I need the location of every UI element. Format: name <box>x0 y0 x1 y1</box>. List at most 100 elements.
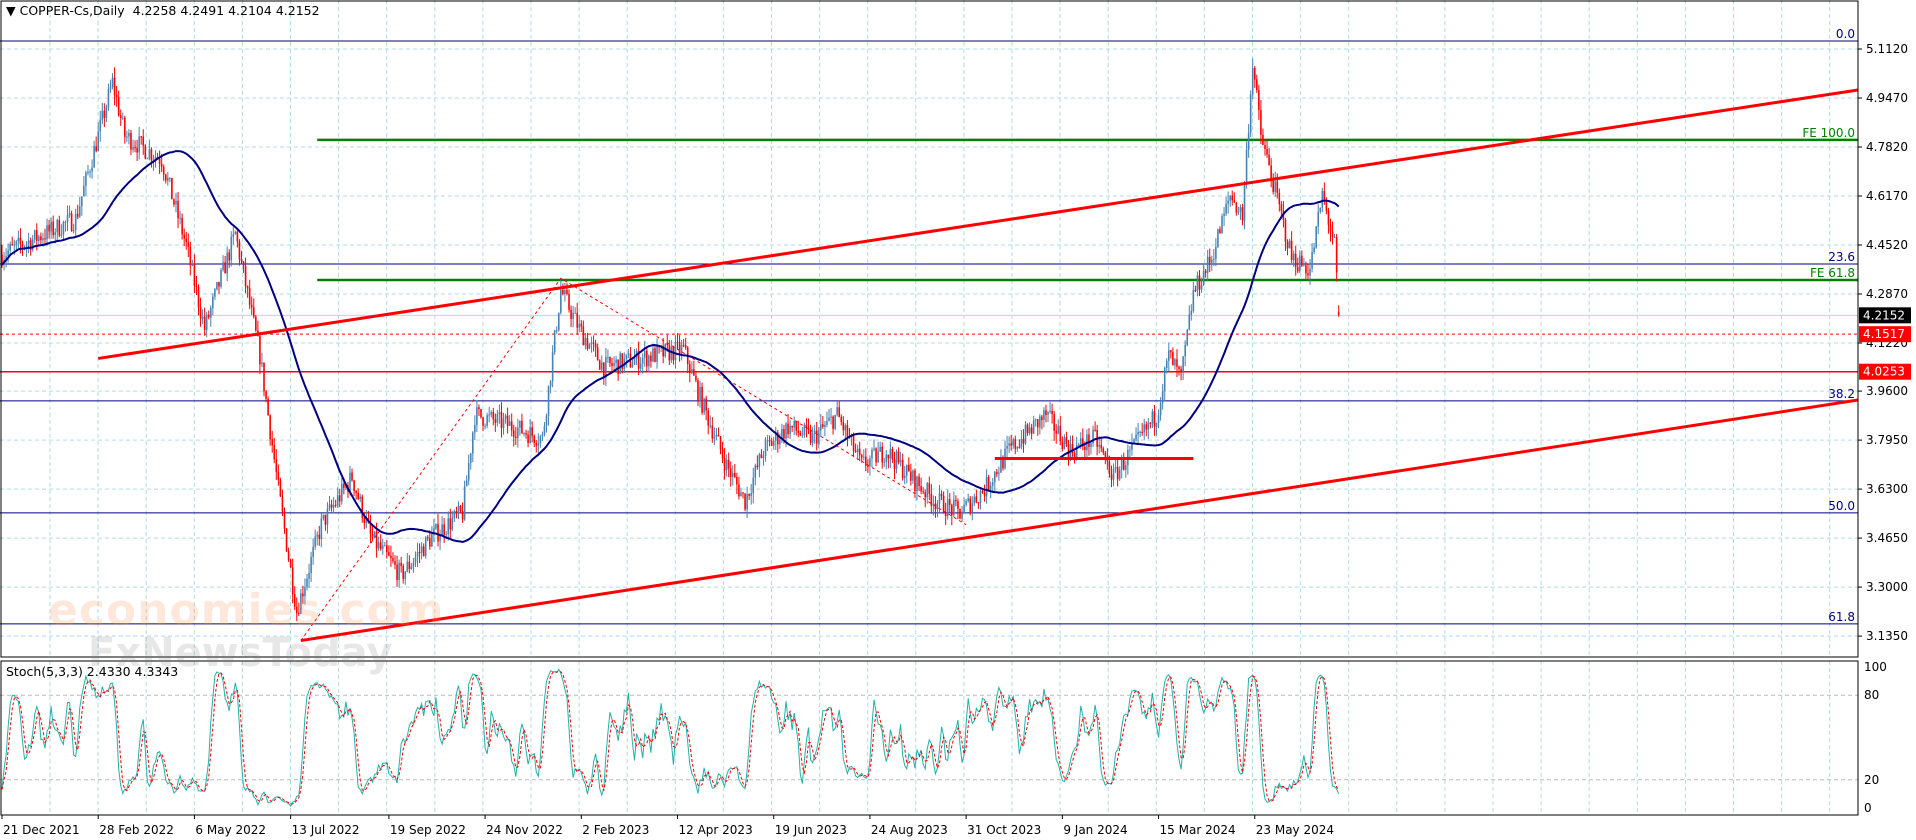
candle-body <box>89 171 91 173</box>
candle-body <box>74 213 77 231</box>
candle-body <box>527 434 529 443</box>
candle-body <box>828 417 830 421</box>
candle-body <box>1055 430 1058 434</box>
trendline-upper-channel <box>97 88 1859 360</box>
candle-body <box>600 362 603 370</box>
candle-body <box>1051 410 1053 415</box>
collapse-triangle-icon[interactable]: ▼ <box>6 3 20 18</box>
candle-body <box>197 286 200 308</box>
candle-body <box>314 536 316 547</box>
candle-body <box>83 185 85 197</box>
candle-body <box>214 289 216 297</box>
candle-body <box>551 352 554 382</box>
candle-body <box>942 495 945 513</box>
candle-body <box>553 330 556 353</box>
candle-body <box>1192 289 1195 311</box>
candle-body <box>979 491 982 504</box>
candle-body <box>740 492 742 497</box>
candle-body <box>1253 68 1256 80</box>
candle-body <box>566 290 568 294</box>
candle-body <box>1104 452 1107 457</box>
candle-body <box>1331 231 1334 238</box>
candle-body <box>785 423 787 439</box>
candle-body <box>119 115 122 118</box>
candle-body <box>951 504 953 516</box>
fibo-expansion-label: FE 61.8 <box>1810 266 1855 280</box>
candle-body <box>35 230 38 241</box>
candle-body <box>738 484 740 497</box>
candle-body <box>1036 419 1039 428</box>
candle-body <box>244 265 247 287</box>
stoch-pane-frame <box>0 660 1859 816</box>
candle-body <box>185 238 188 243</box>
candle-body <box>1323 191 1326 201</box>
candle-body <box>779 439 781 445</box>
candle-body <box>525 433 527 435</box>
candle-body <box>87 171 89 173</box>
x-tick-label: 24 Nov 2022 <box>486 823 563 837</box>
candle-body <box>641 357 644 364</box>
candle-body <box>815 430 818 444</box>
candle-body <box>418 552 421 554</box>
candle-body <box>203 316 206 330</box>
candle-body <box>993 471 996 483</box>
candle-body <box>222 262 224 270</box>
candle-body <box>562 289 564 295</box>
candle-body <box>121 117 124 119</box>
candle-body <box>453 511 456 519</box>
candle-body <box>326 508 329 525</box>
candle-body <box>750 493 753 496</box>
candle-body <box>506 415 509 426</box>
x-tick-label: 31 Oct 2023 <box>967 823 1041 837</box>
candle-body <box>1114 466 1117 469</box>
candle-body <box>455 511 458 514</box>
candle-body <box>130 133 132 150</box>
candle-body <box>212 296 214 308</box>
candle-body <box>754 465 757 478</box>
candle-body <box>744 493 746 510</box>
candle-body <box>482 417 484 426</box>
candle-body <box>191 263 194 266</box>
y-tick-label: 3.1350 <box>1866 629 1908 643</box>
candle-body <box>975 496 978 503</box>
candle-body <box>1059 425 1062 442</box>
candle-body <box>424 537 427 557</box>
candle-body <box>492 412 495 420</box>
x-tick-label: 15 Mar 2024 <box>1160 823 1236 837</box>
candle-body <box>484 425 486 427</box>
candle-body <box>793 421 795 428</box>
candle-body <box>521 420 523 434</box>
candle-body <box>1284 219 1287 242</box>
candle-body <box>238 241 241 260</box>
candle-body <box>336 495 339 505</box>
candle-body <box>312 546 314 557</box>
candle-body <box>736 477 738 485</box>
candle-body <box>596 347 599 361</box>
candle-body <box>633 358 636 365</box>
price-chart[interactable]: 5.11204.94704.78204.61704.45204.28704.12… <box>0 0 1916 840</box>
candle-body <box>1208 256 1211 263</box>
candle-body <box>396 564 398 581</box>
candle-body <box>549 381 552 386</box>
candle-body <box>488 414 490 416</box>
y-tick-label: 3.4650 <box>1866 531 1908 545</box>
candle-body <box>1088 434 1090 448</box>
candle-body <box>991 482 994 486</box>
candle-body <box>404 571 407 579</box>
candle-body <box>1079 438 1082 445</box>
candle-body <box>1041 416 1043 420</box>
candle-body <box>42 238 44 241</box>
candle-body <box>1014 439 1017 449</box>
candle-body <box>680 345 683 354</box>
y-tick-label: 3.7950 <box>1866 433 1908 447</box>
candle-body <box>150 149 153 161</box>
candle-body <box>1221 216 1223 234</box>
candle-body <box>578 323 581 328</box>
candle-body <box>1125 465 1127 470</box>
candle-body <box>1178 366 1180 369</box>
candle-body <box>957 501 959 509</box>
trendlines[interactable] <box>97 88 1859 643</box>
candle-body <box>709 425 712 427</box>
candle-body <box>1301 255 1303 266</box>
candle-body <box>1337 312 1340 316</box>
